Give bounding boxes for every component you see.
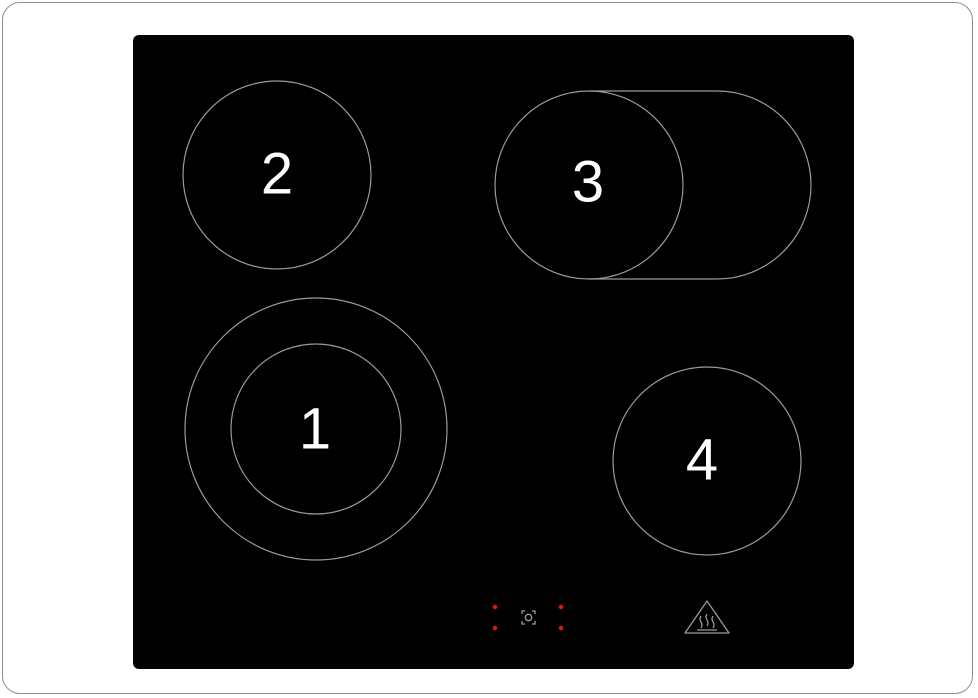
zone-3-label: 3	[572, 149, 604, 214]
cooktop-diagram: 2 3 1 4	[133, 35, 854, 669]
zone-1-label: 1	[299, 396, 331, 461]
zone-4-label: 4	[686, 427, 718, 492]
indicator-led-top-right	[558, 604, 564, 610]
indicator-led-bottom-left	[492, 625, 498, 631]
indicator-led-top-left	[492, 604, 498, 610]
glass-cooktop-panel	[133, 35, 854, 669]
indicator-led-bottom-right	[558, 625, 564, 631]
zone-2-label: 2	[261, 141, 293, 206]
